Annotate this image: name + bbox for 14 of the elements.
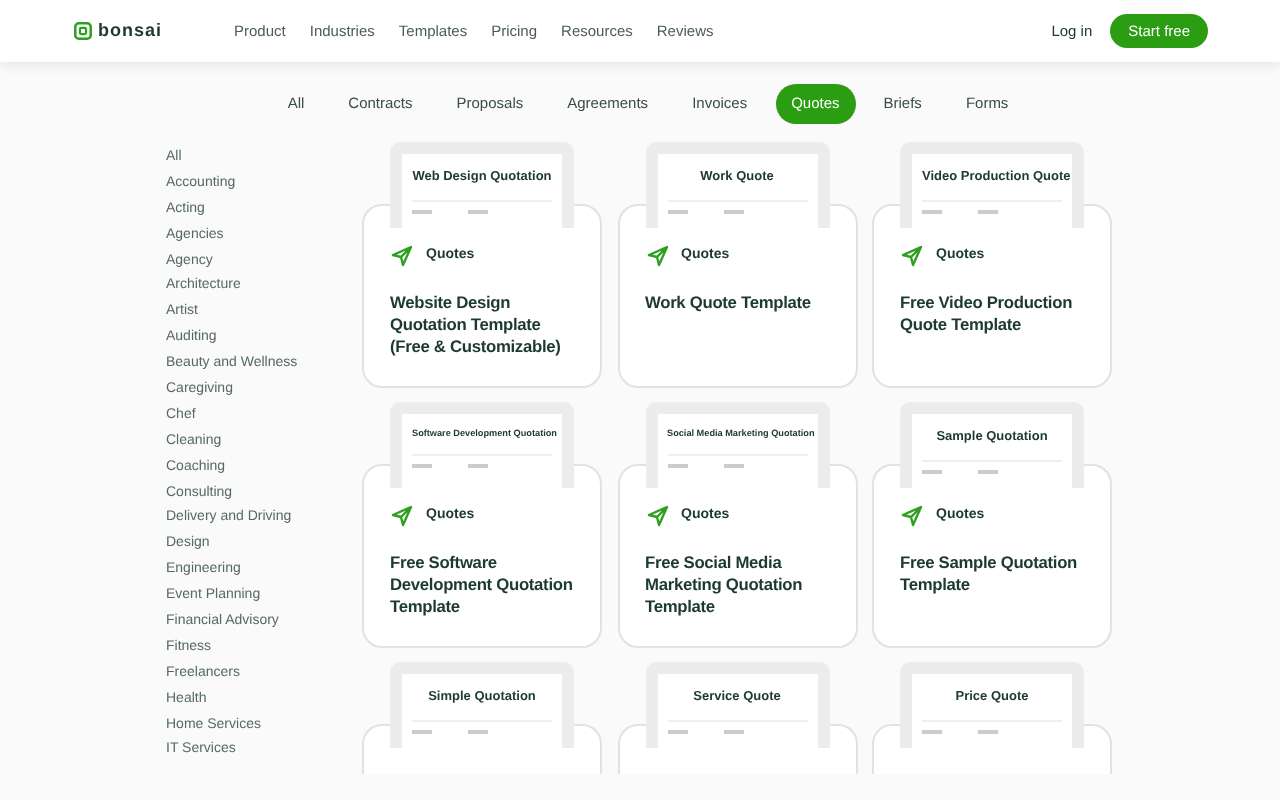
- paper-plane-icon: [900, 504, 924, 528]
- paper-plane-icon: [645, 504, 669, 528]
- paper-plane-icon: [390, 244, 414, 268]
- paper-plane-icon: [900, 244, 924, 268]
- template-title: Free Video Production Quote Template: [900, 292, 1075, 336]
- template-title: Website Design Quotation Template (Free & Customizable): [390, 292, 563, 358]
- template-title: Free Social Media Marketing Quotation Template: [645, 552, 805, 618]
- template-title: Free Software Development Quotation Template: [390, 552, 574, 618]
- template-title: Work Quote Template: [645, 292, 813, 314]
- logo-icon: [74, 22, 92, 40]
- template-title: Free Sample Quotation Template: [900, 552, 1080, 596]
- logo-wordmark[interactable]: bonsai: [98, 17, 163, 45]
- paper-plane-icon: [390, 504, 414, 528]
- paper-plane-icon: [645, 244, 669, 268]
